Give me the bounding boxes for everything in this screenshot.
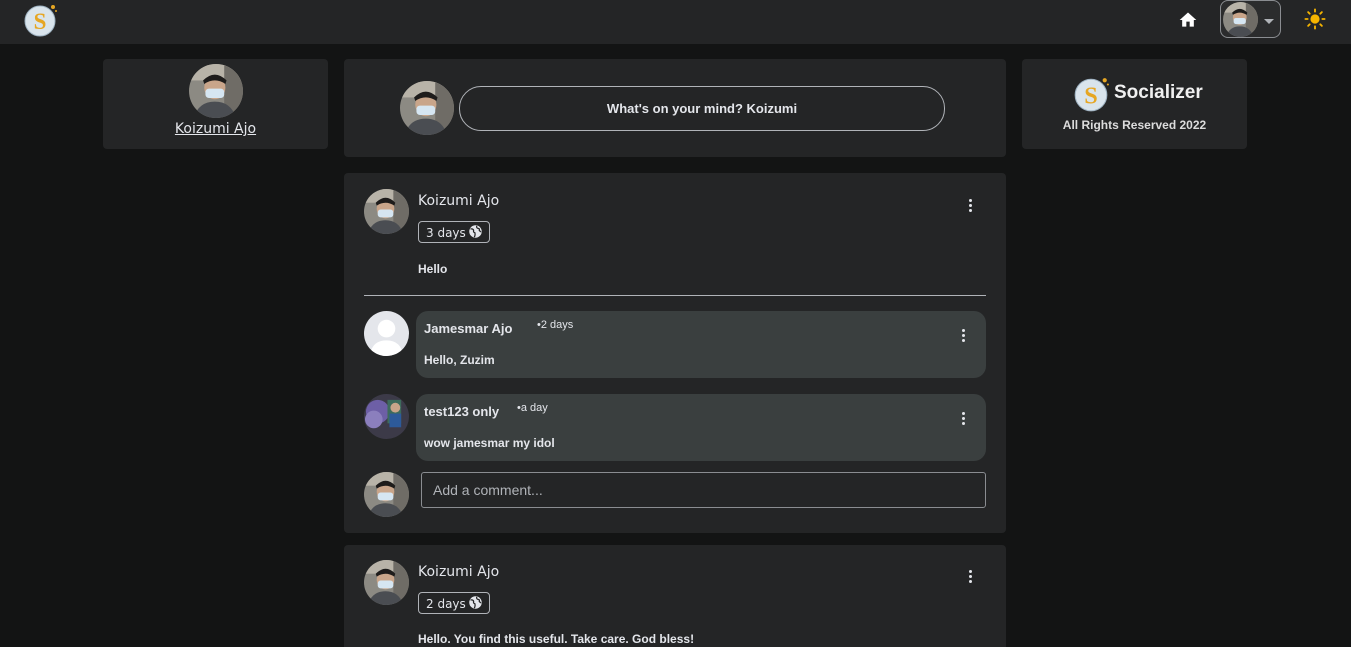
comment-author-avatar[interactable] <box>364 394 409 439</box>
top-navbar: S <box>0 0 1351 44</box>
whats-on-your-mind-button[interactable]: What's on your mind? Koizumi <box>459 86 945 131</box>
comment-timestamp: •2 days <box>537 319 574 331</box>
socializer-logo[interactable]: S <box>22 2 58 38</box>
post-options-icon[interactable] <box>962 566 978 586</box>
brand-title: Socializer <box>1114 82 1203 103</box>
user-menu-dropdown[interactable] <box>1220 0 1281 38</box>
post-body-text: Hello. You find this useful. Take care. … <box>418 632 695 646</box>
home-icon[interactable] <box>1176 8 1200 32</box>
copyright-text: All Rights Reserved 2022 <box>1062 118 1207 132</box>
post-time-text: 2 days <box>426 597 466 611</box>
post-body-text: Hello <box>418 262 448 276</box>
brand-card: S Socializer All Rights Reserved 2022 <box>1022 59 1247 149</box>
comment-options-icon[interactable] <box>955 408 971 428</box>
user-avatar <box>1223 1 1258 37</box>
post-time-text: 3 days <box>426 226 466 240</box>
comment-item: Jamesmar Ajo •2 days Hello, Zuzim <box>416 311 986 378</box>
post-timestamp-badge: 2 days <box>418 592 490 614</box>
add-comment-input[interactable] <box>421 472 986 508</box>
comment-options-icon[interactable] <box>955 325 971 345</box>
post-card: Koizumi Ajo 3 days Hello Jamesmar Ajo •2… <box>344 173 1006 533</box>
svg-text:S: S <box>34 9 47 34</box>
comment-text: Hello, Zuzim <box>424 353 495 367</box>
current-user-avatar <box>364 472 409 517</box>
comment-text: wow jamesmar my idol <box>424 436 555 450</box>
globe-icon <box>468 595 483 613</box>
post-author-name[interactable]: Koizumi Ajo <box>418 193 499 209</box>
profile-name-link[interactable]: Koizumi Ajo <box>103 121 328 137</box>
globe-icon <box>468 224 483 242</box>
composer-avatar <box>400 81 454 135</box>
comment-timestamp: •a day <box>517 402 548 414</box>
profile-avatar[interactable] <box>189 64 243 118</box>
post-author-name[interactable]: Koizumi Ajo <box>418 564 499 580</box>
svg-text:S: S <box>1084 83 1098 110</box>
comment-author-avatar[interactable] <box>364 311 409 356</box>
chevron-down-icon <box>1264 10 1274 29</box>
post-author-avatar[interactable] <box>364 560 409 605</box>
comment-author-name[interactable]: test123 only <box>424 404 499 419</box>
post-composer: What's on your mind? Koizumi <box>344 59 1006 157</box>
post-author-avatar[interactable] <box>364 189 409 234</box>
post-card: Koizumi Ajo 2 days Hello. You find this … <box>344 545 1006 647</box>
post-options-icon[interactable] <box>962 195 978 215</box>
socializer-logo: S <box>1072 75 1110 117</box>
divider <box>364 295 986 296</box>
comment-author-name[interactable]: Jamesmar Ajo <box>424 321 512 336</box>
comment-item: test123 only •a day wow jamesmar my idol <box>416 394 986 461</box>
sun-icon[interactable] <box>1302 6 1328 32</box>
post-timestamp-badge: 3 days <box>418 221 490 243</box>
profile-card: Koizumi Ajo <box>103 59 328 149</box>
